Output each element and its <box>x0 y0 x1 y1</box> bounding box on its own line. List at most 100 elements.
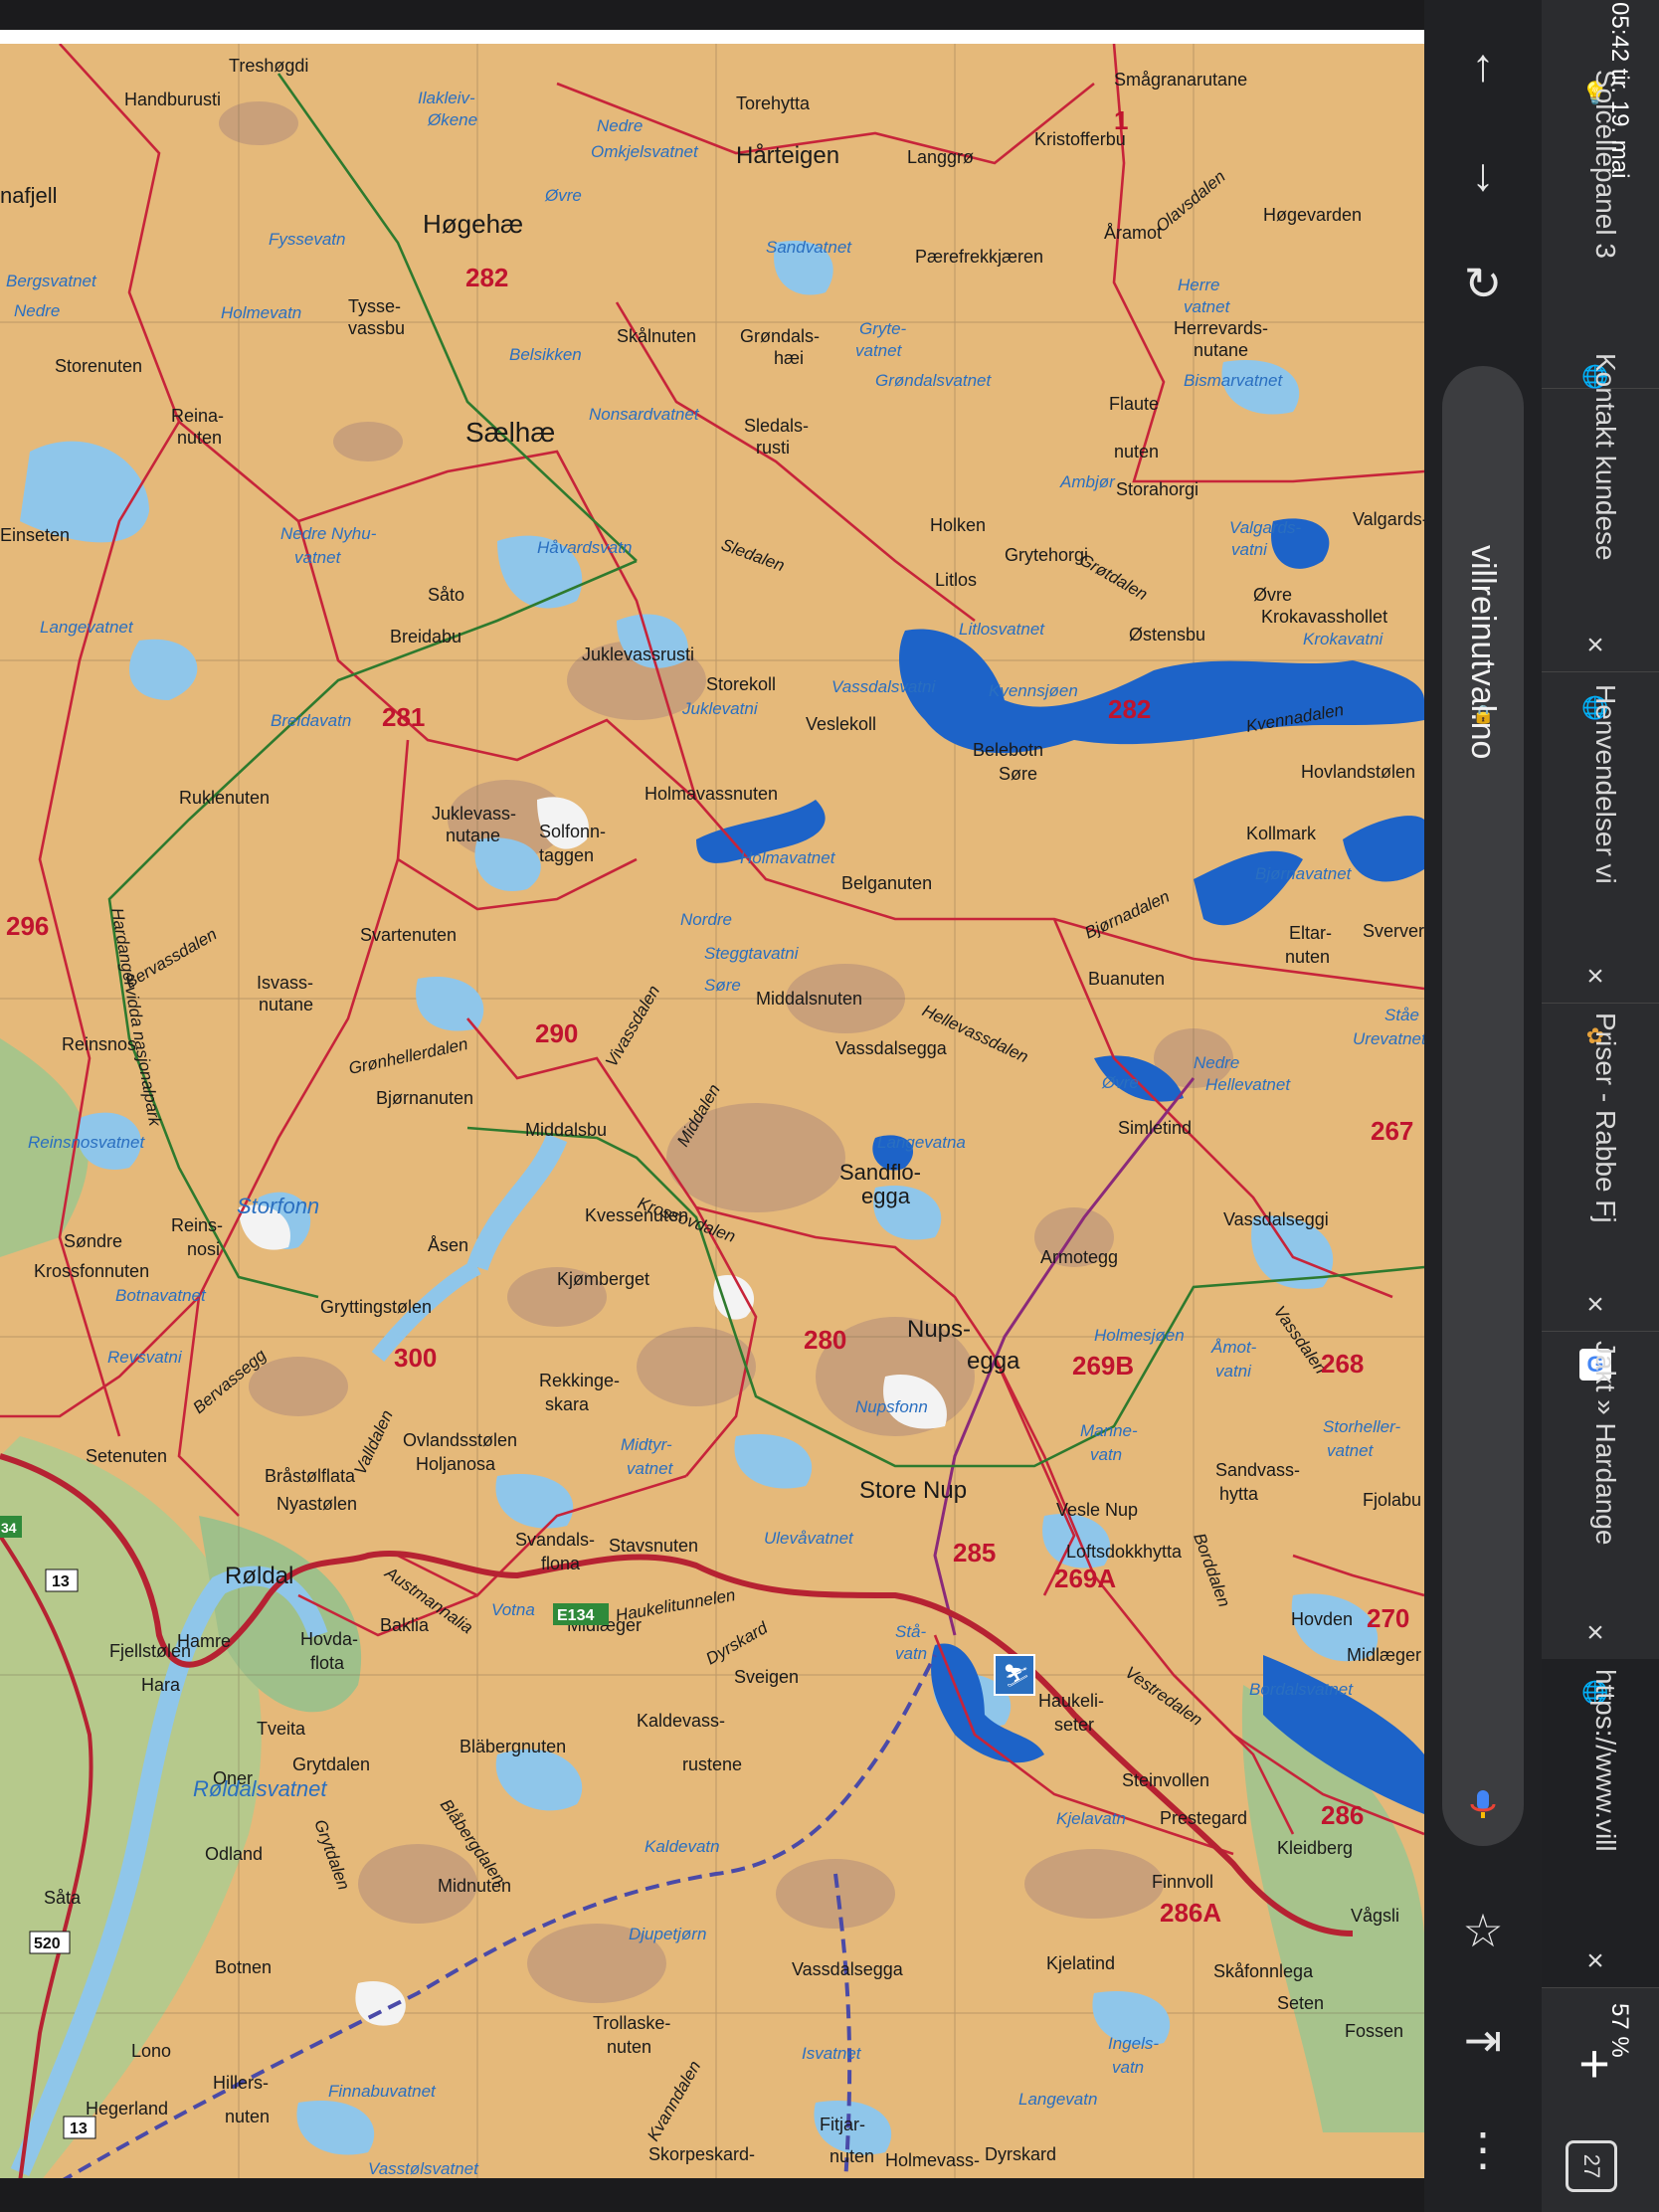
shield-13-south-label: 13 <box>70 2120 88 2137</box>
label-blabergnuten: Bläbergnuten <box>460 1737 566 1756</box>
water-grytevatnet-2: vatnet <box>855 341 903 360</box>
label-flona: flona <box>541 1554 581 1573</box>
label-ovlandsstolen: Ovlandsstølen <box>403 1430 517 1450</box>
water-holmevatn: Holmevatn <box>221 303 301 322</box>
tab-3[interactable]: 🌐 Henvendelser vi × <box>1542 674 1659 1004</box>
label-veslekoll: Veslekoll <box>806 714 876 734</box>
label-isvass: Isvass- <box>257 973 313 993</box>
share-icon[interactable]: ⇥ <box>1448 2005 1518 2075</box>
close-tab-icon[interactable]: × <box>1579 1617 1611 1649</box>
tab-5-title: Jakt » Hardange <box>1590 1341 1621 1546</box>
google-lens-icon[interactable] <box>1464 1784 1502 1822</box>
label-nafjell: nafjell <box>0 183 57 208</box>
label-krossfonnuten: Krossfonnuten <box>34 1261 149 1281</box>
water-finnabuvatnet: Finnabuvatnet <box>328 2082 437 2101</box>
water-ingels: Ingels- <box>1108 2034 1159 2053</box>
label-sledals-rusti: Sledals- <box>744 416 809 436</box>
water-havardsvatn: Håvardsvatn <box>537 538 632 557</box>
tab-count-button[interactable]: 27 <box>1566 2140 1617 2192</box>
address-bar[interactable]: 🔒 villreinutval.no <box>1442 366 1524 1846</box>
label-hegerland: Hegerland <box>86 2099 168 2119</box>
water-fyssevatn: Fyssevatn <box>269 230 345 249</box>
label-eltar-nuten: nuten <box>1285 947 1330 967</box>
water-urevatnet: Urevatnet <box>1353 1029 1424 1048</box>
label-rustene: rustene <box>682 1754 742 1774</box>
label-loftsdokkhytta: Loftsdokkhytta <box>1066 1542 1183 1562</box>
water-nonsardvatnet: Nonsardvatnet <box>589 405 700 424</box>
water-langevatnet: Langevatnet <box>40 618 134 637</box>
label-vassdalseggi: Vassdalseggi <box>1223 1209 1329 1229</box>
label-kjomberget: Kjømberget <box>557 1269 649 1289</box>
water-kvennsjoen: Kvennsjøen <box>989 681 1078 700</box>
more-menu-icon[interactable]: ⋮ <box>1448 2115 1518 2184</box>
water-okene: Økene <box>427 110 477 129</box>
label-hytta: hytta <box>1219 1484 1259 1504</box>
label-buanuten: Buanuten <box>1088 969 1165 989</box>
zone-268: 268 <box>1321 1349 1364 1379</box>
water-ilakleiv: Ilakleiv- <box>418 89 475 107</box>
label-skalnuten: Skålnuten <box>617 326 696 346</box>
label-sveigen: Sveigen <box>734 1667 799 1687</box>
label-trollaske: Trollaske- <box>593 2013 670 2033</box>
water-sore: Søre <box>704 976 741 995</box>
close-tab-icon[interactable]: × <box>1579 1289 1611 1321</box>
reload-icon[interactable]: ↻ <box>1448 249 1518 318</box>
label-bjornanuten: Bjørnanuten <box>376 1088 473 1108</box>
tab-5[interactable]: G Jakt » Hardange × <box>1542 1331 1659 1660</box>
zone-290: 290 <box>535 1018 578 1048</box>
water-amot-2: vatni <box>1215 1362 1252 1381</box>
back-arrow-icon[interactable]: ↑ <box>1448 30 1518 99</box>
close-tab-icon[interactable]: × <box>1579 961 1611 993</box>
browser-toolbar: ↑ ↓ ↻ 🔒 villreinutval.no ☆ ⇥ ⋮ <box>1424 0 1542 2212</box>
water-grondalsvatnet: Grøndalsvatnet <box>875 371 992 390</box>
label-langgro: Langgrø <box>907 147 974 167</box>
label-sandvass: Sandvass- <box>1215 1460 1300 1480</box>
water-belsikken: Belsikken <box>509 345 582 364</box>
label-rusti: rusti <box>756 438 790 458</box>
label-svartenuten: Svartenuten <box>360 925 457 945</box>
zone-1: 1 <box>1114 105 1128 135</box>
label-setenuten: Setenuten <box>86 1446 167 1466</box>
water-djupetjorn: Djupetjørn <box>629 1925 706 1943</box>
tab-6-active[interactable]: 🌐 https://www.vill × <box>1542 1659 1659 1988</box>
map-image[interactable]: Treshøgdi Handburusti Hårteigen Langgrø … <box>0 30 1424 2182</box>
label-sore: Søre <box>999 764 1037 784</box>
water-botnavatnet: Botnavatnet <box>115 1286 207 1305</box>
water-vasstolsvatnet: Vasstølsvatnet <box>368 2159 479 2178</box>
status-bar-time: 05:42 tir. 19. mai <box>1606 2 1633 179</box>
label-holmavassnuten: Holmavassnuten <box>645 784 778 804</box>
label-juklevassrusti: Juklevassrusti <box>582 645 694 664</box>
water-kaldevatn: Kaldevatn <box>645 1837 720 1856</box>
label-hara: Hara <box>141 1675 181 1695</box>
water-bordalsvatnet: Bordalsvatnet <box>1249 1680 1354 1699</box>
tab-2[interactable]: 🌐 Kontakt kundese × <box>1542 343 1659 672</box>
close-tab-icon[interactable]: × <box>1579 630 1611 661</box>
label-hovden: Hovden <box>1291 1609 1353 1629</box>
label-tveita: Tveita <box>257 1719 306 1739</box>
label-aramot: Åramot <box>1104 223 1162 243</box>
label-hovda: Hovda- <box>300 1629 358 1649</box>
water-ingels-vatn: vatn <box>1112 2058 1144 2077</box>
water-nedre-nyhu-2: vatnet <box>294 548 342 567</box>
url-text: villreinutval.no <box>1464 545 1502 760</box>
label-asen: Åsen <box>428 1235 468 1255</box>
zone-282-east: 282 <box>1108 694 1151 724</box>
label-kleidberg: Kleidberg <box>1277 1838 1353 1858</box>
label-paerefrekkjaeren: Pærefrekkjæren <box>915 247 1043 267</box>
water-storheller: Storheller- <box>1323 1417 1400 1436</box>
new-tab-plus-icon[interactable]: + <box>1560 2029 1629 2099</box>
label-einseten: Einseten <box>0 525 70 545</box>
bookmark-star-icon[interactable]: ☆ <box>1448 1896 1518 1965</box>
label-skara: skara <box>545 1394 590 1414</box>
water-reinsnosvatnet: Reinsnosvatnet <box>28 1133 145 1152</box>
water-litlosvatnet: Litlosvatnet <box>959 620 1045 639</box>
water-nedre-2: Nedre <box>14 301 60 320</box>
water-vassdalsvatni: Vassdalsvatni <box>831 677 936 696</box>
water-sandvatnet: Sandvatnet <box>766 238 852 257</box>
label-odland: Odland <box>205 1844 263 1864</box>
label-nyastolen: Nyastølen <box>276 1494 357 1514</box>
label-holken: Holken <box>930 515 986 535</box>
tab-4[interactable]: ✿ Priser - Rabbe Fj × <box>1542 1003 1659 1332</box>
label-grondals: Grøndals- <box>740 326 820 346</box>
forward-arrow-icon[interactable]: ↓ <box>1448 139 1518 209</box>
